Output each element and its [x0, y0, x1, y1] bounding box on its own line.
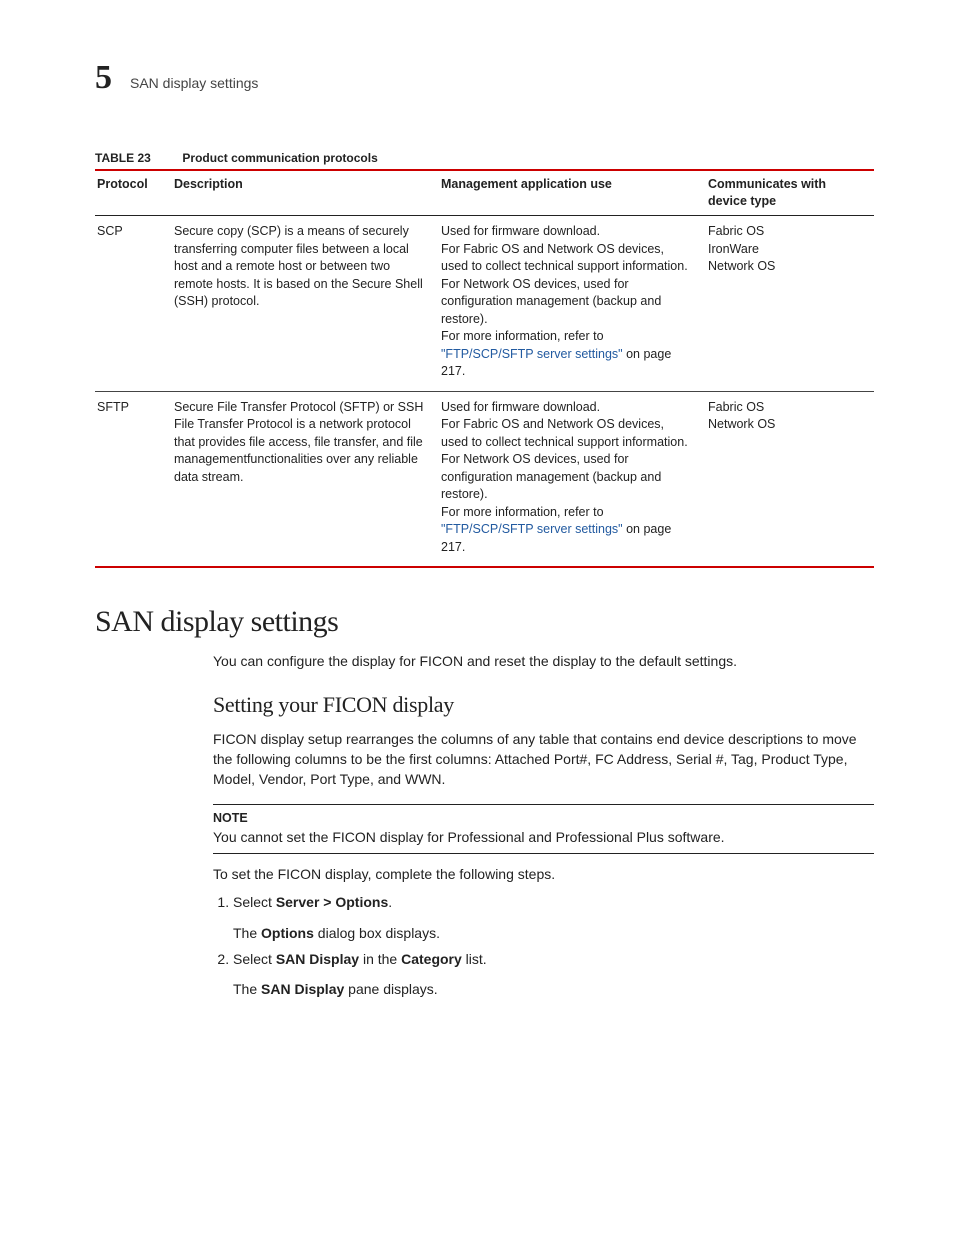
cell-device: Fabric OS IronWare Network OS [706, 216, 874, 392]
section-heading: SAN display settings [95, 602, 874, 643]
cell-device: Fabric OS Network OS [706, 391, 874, 567]
table-row: SCP Secure copy (SCP) is a means of secu… [95, 216, 874, 392]
ftp-settings-link[interactable]: "FTP/SCP/SFTP server settings" [441, 522, 623, 536]
table-title: Product communication protocols [182, 151, 377, 165]
chapter-number: 5 [95, 55, 112, 101]
cell-protocol: SFTP [95, 391, 172, 567]
table-label: TABLE 23 [95, 151, 179, 165]
steps-lead: To set the FICON display, complete the f… [213, 864, 874, 884]
col-header-protocol: Protocol [95, 170, 172, 215]
table-caption: TABLE 23 Product communication protocols [95, 149, 874, 167]
note-label: NOTE [213, 809, 874, 827]
table-header-row: Protocol Description Management applicat… [95, 170, 874, 215]
protocols-table: Protocol Description Management applicat… [95, 169, 874, 568]
chapter-title: SAN display settings [130, 74, 258, 93]
cell-protocol: SCP [95, 216, 172, 392]
step-item: Select SAN Display in the Category list.… [233, 949, 874, 1000]
note-block: NOTE You cannot set the FICON display fo… [213, 804, 874, 854]
page-header: 5 SAN display settings [95, 55, 874, 101]
steps-list: Select Server > Options. The Options dia… [213, 892, 874, 999]
section-intro: You can configure the display for FICON … [213, 651, 874, 671]
cell-description: Secure File Transfer Protocol (SFTP) or … [172, 391, 439, 567]
cell-use: Used for firmware download. For Fabric O… [439, 391, 706, 567]
subsection-heading: Setting your FICON display [213, 689, 874, 721]
cell-use: Used for firmware download. For Fabric O… [439, 216, 706, 392]
ftp-settings-link[interactable]: "FTP/SCP/SFTP server settings" [441, 347, 623, 361]
col-header-device: Communicates with device type [706, 170, 874, 215]
table-row: SFTP Secure File Transfer Protocol (SFTP… [95, 391, 874, 567]
col-header-use: Management application use [439, 170, 706, 215]
subsection-para: FICON display setup rearranges the colum… [213, 729, 874, 790]
col-header-description: Description [172, 170, 439, 215]
step-item: Select Server > Options. The Options dia… [233, 892, 874, 943]
cell-description: Secure copy (SCP) is a means of securely… [172, 216, 439, 392]
note-body: You cannot set the FICON display for Pro… [213, 827, 874, 847]
